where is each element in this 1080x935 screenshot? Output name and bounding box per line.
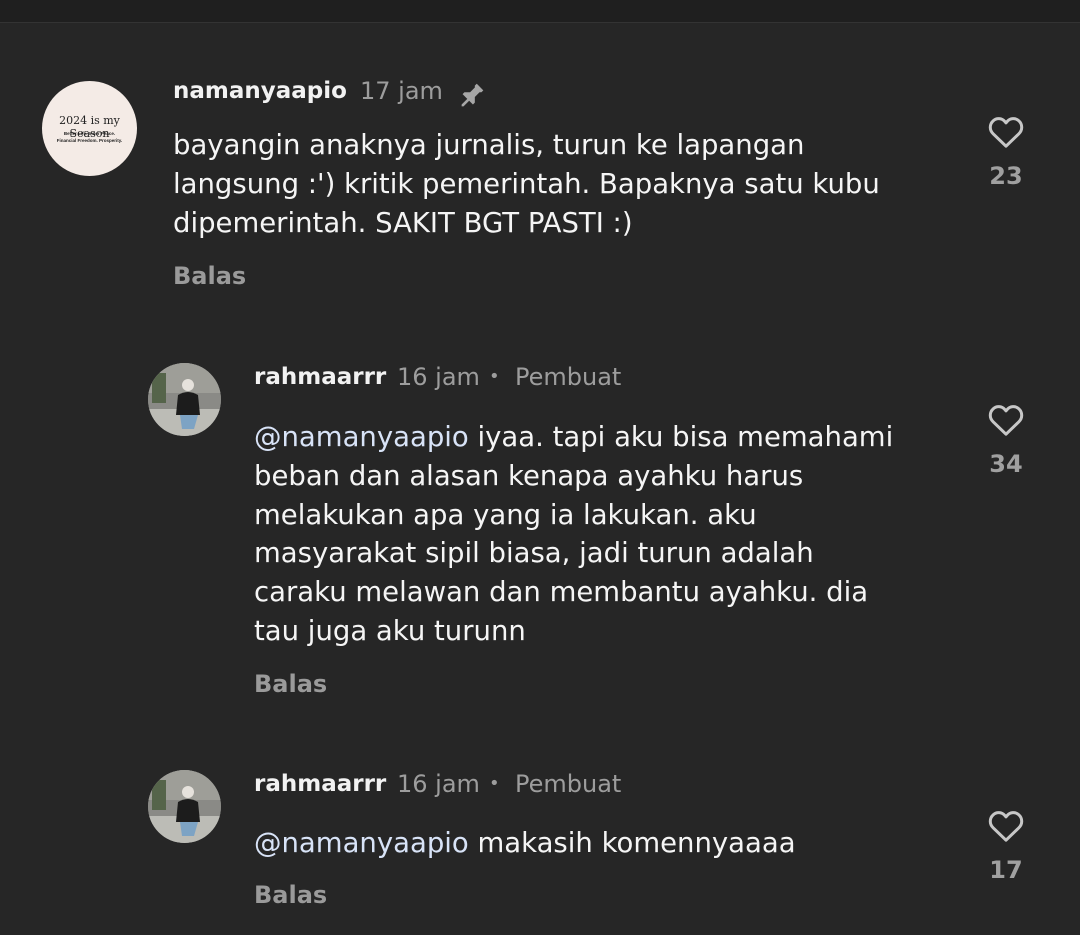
- avatar-subtitle: Financial Freedom. Prosperity.: [56, 138, 123, 143]
- like-group: 17: [976, 806, 1036, 884]
- meta-separator: •: [489, 366, 500, 387]
- comment-body: iyaa. tapi aku bisa memahami beban dan a…: [254, 421, 894, 647]
- username[interactable]: namanyaapio: [173, 78, 347, 104]
- like-group: 23: [976, 112, 1036, 190]
- mention-link[interactable]: @namanyaapio: [254, 827, 469, 859]
- username[interactable]: rahmaarrr: [254, 364, 386, 390]
- comment-text: @namanyaapio iyaa. tapi aku bisa memaham…: [254, 418, 893, 651]
- avatar[interactable]: [148, 770, 221, 843]
- like-count: 17: [989, 856, 1023, 884]
- top-divider: [0, 0, 1080, 23]
- avatar-photo: [148, 770, 221, 843]
- timestamp: 16 jam: [397, 363, 480, 391]
- avatar-subtitle: Better Life. Inner Peace.: [63, 131, 116, 136]
- avatar-photo: [148, 363, 221, 436]
- reply-button[interactable]: Balas: [254, 670, 327, 698]
- timestamp: 16 jam: [397, 770, 480, 798]
- like-count: 23: [989, 162, 1023, 190]
- timestamp: 17 jam: [360, 77, 443, 105]
- heart-icon[interactable]: [985, 806, 1027, 846]
- creator-badge: Pembuat: [515, 363, 622, 391]
- heart-icon[interactable]: [985, 112, 1027, 152]
- comment-body: makasih komennyaaaa: [468, 827, 796, 859]
- creator-badge: Pembuat: [515, 770, 622, 798]
- avatar-title: 2024 is my Season: [59, 114, 120, 140]
- like-group: 34: [976, 400, 1036, 478]
- meta-separator: •: [489, 773, 500, 794]
- comment-text: bayangin anaknya jurnalis, turun ke lapa…: [173, 129, 880, 239]
- avatar[interactable]: 2024 is my Season Better Life. Inner Pea…: [42, 81, 137, 176]
- reply-button[interactable]: Balas: [254, 881, 327, 909]
- reply-button[interactable]: Balas: [173, 262, 246, 290]
- pin-icon: [461, 83, 484, 107]
- like-count: 34: [989, 450, 1023, 478]
- comment-text: @namanyaapio makasih komennyaaaa: [254, 824, 796, 863]
- username[interactable]: rahmaarrr: [254, 771, 386, 797]
- heart-icon[interactable]: [985, 400, 1027, 440]
- avatar[interactable]: [148, 363, 221, 436]
- mention-link[interactable]: @namanyaapio: [254, 421, 469, 453]
